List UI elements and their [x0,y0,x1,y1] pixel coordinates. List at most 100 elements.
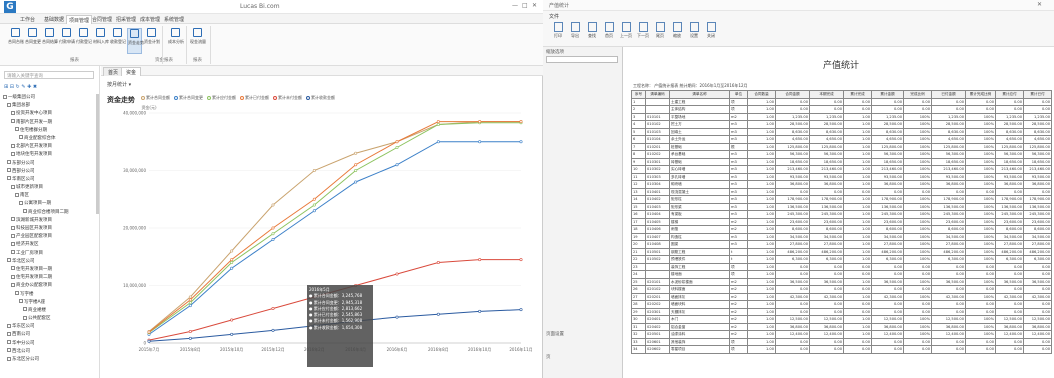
expand-toggle-icon[interactable] [7,331,11,336]
ribbon-button[interactable]: 合同台账 [8,28,24,54]
legend-item[interactable]: 累计收款金额 [306,95,335,101]
ribbon-button[interactable]: 材料入库 [93,28,109,54]
tree-node[interactable]: 公共配套区 [3,315,98,323]
tree-node[interactable]: 科技园区开发项目 [3,225,98,233]
ribbon-button[interactable]: 资金计划 [144,28,160,54]
menu-item[interactable]: 系统管理 [162,15,186,24]
ribbon-button[interactable]: 付款申请 [59,28,75,54]
expand-toggle-icon[interactable] [23,315,27,320]
expand-toggle-icon[interactable] [15,192,19,197]
tree-node[interactable]: 西部分公司 [3,168,98,176]
expand-toggle-icon[interactable] [7,168,11,173]
tree-node[interactable]: 华北区公司 [3,258,98,266]
toolbar-button[interactable]: 尾页 [653,22,667,39]
ribbon-button[interactable]: 成本分析 [168,28,184,54]
ribbon-button[interactable]: 付款登记 [76,28,92,54]
expand-toggle-icon[interactable] [11,241,15,246]
tree-node[interactable]: 工业厂房项目 [3,250,98,258]
expand-toggle-icon[interactable] [11,274,15,279]
toolbar-button[interactable]: 下一页 [636,22,650,39]
expand-toggle-icon[interactable] [7,323,11,328]
tree-node[interactable]: 一级集团公司 [3,94,98,102]
ribbon-button[interactable]: 合同结算 [42,28,58,54]
tree-node[interactable]: 西北公司 [3,348,98,356]
toolbar-button[interactable]: 导出 [568,22,582,39]
toolbar-button[interactable]: 设置 [687,22,701,39]
tree-node[interactable]: 商业裙楼 [3,307,98,315]
toolbar-button[interactable]: 关闭 [704,22,718,39]
tree-node[interactable]: 经济开发区 [3,241,98,249]
period-select[interactable]: 按月统计 ▾ [107,81,131,88]
tree-node[interactable]: 住宅开发项目二期 [3,274,98,282]
expand-toggle-icon[interactable] [7,348,11,353]
legend-item[interactable]: 累计合同金额 [141,95,170,101]
ribbon-button[interactable]: 收款登记 [110,28,126,54]
tree-node[interactable]: 东北区分公司 [3,356,98,364]
expand-toggle-icon[interactable] [7,356,11,361]
expand-toggle-icon[interactable] [19,200,23,205]
tree-node[interactable]: 南区 [3,192,98,200]
menu-item[interactable]: 基础数据 [42,15,66,24]
expand-toggle-icon[interactable] [3,94,7,99]
expand-toggle-icon[interactable] [11,151,15,156]
tree-node[interactable]: 城市更新项目 [3,184,98,192]
minimize-button[interactable]: — [512,2,518,9]
toolbar-button[interactable]: 查找 [585,22,599,39]
tree-node[interactable]: 公寓项目一期 [3,200,98,208]
tree-scrollbar[interactable] [96,94,99,214]
expand-toggle-icon[interactable] [11,143,15,148]
tree-node[interactable]: 商业综合楼项目二期 [3,209,98,217]
tree-node[interactable]: 商业办公配套项目 [3,282,98,290]
expand-toggle-icon[interactable] [11,119,15,124]
tree-node[interactable]: 华中分公司 [3,340,98,348]
menu-item[interactable]: 合同管理 [90,15,114,24]
toolbar-button[interactable]: 首页 [602,22,616,39]
menu-item[interactable]: 工作台 [18,15,37,24]
expand-toggle-icon[interactable] [11,233,15,238]
toolbar-button[interactable]: 打印 [551,22,565,39]
expand-toggle-icon[interactable] [19,135,23,140]
tree-search-input[interactable]: 请输入关键字查询 [4,71,94,79]
close-button[interactable]: ✕ [532,2,537,9]
expand-toggle-icon[interactable] [23,307,27,312]
ribbon-button[interactable]: 合同变更 [25,28,41,54]
tree-node[interactable]: 华东区公司 [3,323,98,331]
legend-item[interactable]: 累计合同变更 [174,95,203,101]
expand-toggle-icon[interactable] [19,299,23,304]
expand-toggle-icon[interactable] [7,340,11,345]
expand-toggle-icon[interactable] [15,127,19,132]
expand-toggle-icon[interactable] [7,102,11,107]
expand-toggle-icon[interactable] [11,225,15,230]
legend-item[interactable]: 累计未付金额 [273,95,302,101]
zoom-select[interactable] [546,56,618,63]
legend-item[interactable]: 累计已付金额 [240,95,269,101]
tree-node[interactable]: 集团总部 [3,102,98,110]
expand-toggle-icon[interactable] [7,160,11,164]
tree-node[interactable]: 产业园区配套项目 [3,233,98,241]
tree-node[interactable]: 地块住宅开发项目 [3,151,98,159]
expand-toggle-icon[interactable] [7,176,11,181]
tab-home[interactable]: 首页 [103,67,124,76]
tree-node[interactable]: 投资开发中心项目 [3,110,98,118]
expand-toggle-icon[interactable] [11,110,15,115]
tree-node[interactable]: 华南区公司 [3,176,98,184]
expand-toggle-icon[interactable] [7,258,11,263]
tab-fund[interactable]: 资金 [121,67,142,76]
expand-toggle-icon[interactable] [11,184,15,189]
expand-toggle-icon[interactable] [11,282,15,287]
tree-node[interactable]: 住宅开发项目一期 [3,266,98,274]
expand-toggle-icon[interactable] [11,250,15,255]
maximize-button[interactable]: □ [522,2,528,9]
ribbon-button[interactable]: 资金走势 [127,28,144,54]
tree-node[interactable]: 商业配套综合体 [3,135,98,143]
toolbar-button[interactable]: 上一页 [619,22,633,39]
legend-item[interactable]: 累计应付金额 [207,95,236,101]
tree-node[interactable]: 西南公司 [3,331,98,339]
tree-node[interactable]: 写字楼 [3,291,98,299]
menu-item[interactable]: 招采管理 [114,15,138,24]
expand-toggle-icon[interactable] [23,209,27,214]
expand-toggle-icon[interactable] [11,266,15,271]
tree-node[interactable]: 北部片区开发项目 [3,143,98,151]
expand-toggle-icon[interactable] [15,291,19,295]
tree-node[interactable]: 写字楼A座 [3,299,98,307]
